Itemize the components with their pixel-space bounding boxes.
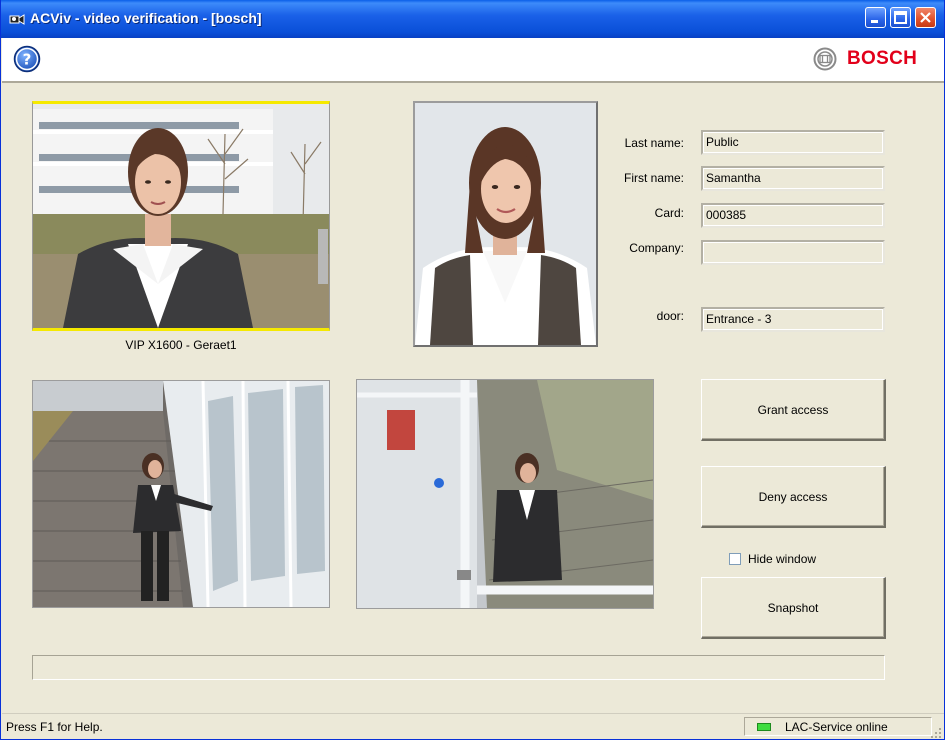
- minimize-icon: [871, 20, 878, 23]
- first-name-label: First name:: [623, 171, 684, 185]
- title-bar[interactable]: ACViv - video verification - [bosch]: [1, 0, 944, 38]
- company-field[interactable]: [701, 240, 885, 265]
- maximize-button[interactable]: [890, 7, 911, 28]
- service-status-led-icon: [757, 723, 771, 731]
- status-help-text: Press F1 for Help.: [6, 720, 103, 734]
- help-question-icon[interactable]: ?: [13, 45, 41, 73]
- hide-window-label: Hide window: [748, 552, 817, 566]
- close-button[interactable]: [915, 7, 936, 28]
- svg-text:?: ?: [23, 51, 32, 69]
- close-icon: [920, 12, 931, 23]
- grant-access-button[interactable]: Grant access: [701, 379, 886, 441]
- camera-main-view[interactable]: [32, 101, 330, 331]
- status-bar: Press F1 for Help. LAC-Service online: [2, 713, 944, 739]
- toolbar: ? BOSCH: [2, 38, 944, 83]
- brand-name: BOSCH: [847, 48, 918, 69]
- minimize-button[interactable]: [865, 7, 886, 28]
- progress-bar: [32, 655, 885, 680]
- app-icon: [9, 14, 25, 25]
- camera-entrance-image: [33, 381, 329, 607]
- snapshot-button[interactable]: Snapshot: [701, 577, 886, 639]
- resize-grip-icon[interactable]: [930, 727, 942, 739]
- bosch-logo-icon: [813, 47, 837, 71]
- first-name-field[interactable]: Samantha: [701, 166, 885, 191]
- app-window: ACViv - video verification - [bosch] ? B…: [0, 0, 945, 740]
- service-status-pane: LAC-Service online: [744, 717, 932, 736]
- maximize-icon: [894, 11, 907, 24]
- company-label: Company:: [629, 241, 684, 255]
- door-label: door:: [656, 309, 684, 323]
- deny-access-button[interactable]: Deny access: [701, 466, 886, 528]
- camera-door-view[interactable]: [356, 379, 654, 609]
- camera-main-caption: VIP X1600 - Geraet1: [125, 338, 237, 352]
- camera-main-image: [33, 104, 329, 328]
- hide-window-checkbox[interactable]: [729, 553, 741, 565]
- last-name-field[interactable]: Public: [701, 130, 885, 155]
- card-label: Card:: [654, 206, 684, 220]
- card-field[interactable]: 000385: [701, 203, 885, 228]
- last-name-label: Last name:: [624, 136, 684, 150]
- camera-entrance-view[interactable]: [32, 380, 330, 608]
- window-title: ACViv - video verification - [bosch]: [30, 10, 262, 26]
- camera-door-image: [357, 380, 653, 608]
- service-status-text: LAC-Service online: [785, 720, 888, 734]
- door-field[interactable]: Entrance - 3: [701, 307, 885, 332]
- hide-window-option[interactable]: Hide window: [729, 552, 816, 566]
